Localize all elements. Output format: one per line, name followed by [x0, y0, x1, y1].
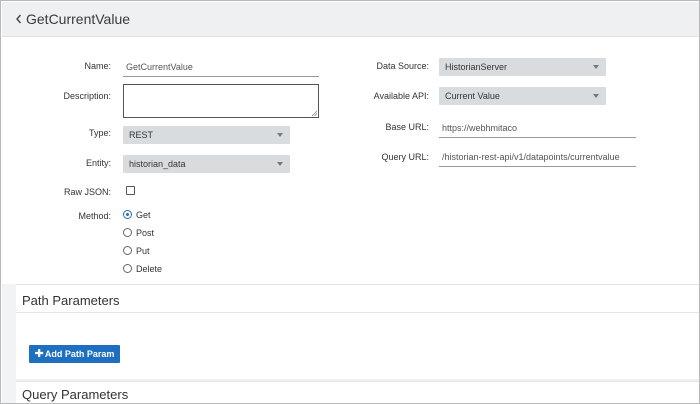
available-api-select-value: Current Value: [445, 91, 500, 101]
description-textarea[interactable]: [123, 84, 319, 118]
chevron-down-icon: [277, 162, 283, 166]
method-radio-get[interactable]: [123, 210, 132, 219]
query-url-input[interactable]: [439, 147, 636, 167]
plus-icon: ✚: [34, 347, 44, 360]
method-option-post: Post: [136, 228, 155, 238]
available-api-label: Available API:: [373, 91, 429, 101]
query-url-label: Query URL:: [381, 152, 429, 162]
raw-json-checkbox[interactable]: [126, 186, 135, 195]
method-radio-delete[interactable]: [123, 264, 132, 273]
chevron-down-icon: [277, 133, 283, 137]
method-option-get: Get: [136, 210, 151, 220]
method-option-delete: Delete: [136, 264, 163, 274]
method-label: Method:: [78, 211, 111, 221]
data-source-select[interactable]: HistorianServer: [439, 58, 606, 76]
entity-label: Entity:: [85, 158, 111, 168]
raw-json-label: Raw JSON:: [63, 187, 111, 197]
path-parameters-section: Path Parameters: [16, 284, 699, 379]
type-select[interactable]: REST: [123, 126, 290, 144]
chevron-down-icon: [593, 94, 599, 98]
method-option-put: Put: [136, 246, 150, 256]
section-divider: [16, 312, 699, 313]
data-source-select-value: HistorianServer: [445, 62, 508, 72]
base-url-label: Base URL:: [385, 122, 429, 132]
data-source-label: Data Source:: [376, 61, 429, 71]
chevron-down-icon: [593, 65, 599, 69]
available-api-select[interactable]: Current Value: [439, 87, 606, 105]
name-input[interactable]: [123, 57, 319, 77]
left-gutter: [2, 284, 16, 403]
name-label: Name:: [84, 61, 111, 71]
entity-select[interactable]: historian_data: [123, 155, 290, 173]
description-label: Description:: [63, 91, 111, 101]
type-label: Type:: [88, 128, 111, 138]
method-radio-put[interactable]: [123, 246, 132, 255]
entity-select-value: historian_data: [129, 159, 186, 169]
header-bar: GetCurrentValue: [2, 2, 699, 37]
add-path-param-label: Add Path Param: [44, 349, 115, 359]
type-select-value: REST: [129, 130, 154, 140]
page-title: GetCurrentValue: [26, 11, 131, 27]
add-path-param-button[interactable]: ✚ Add Path Param: [29, 345, 120, 363]
query-parameters-title: Query Parameters: [22, 387, 129, 402]
resize-grip-icon[interactable]: [311, 110, 317, 116]
base-url-input[interactable]: [439, 118, 636, 138]
window-frame: GetCurrentValue Name: Description: Type:…: [0, 0, 700, 404]
method-radio-post[interactable]: [123, 228, 132, 237]
chevron-left-icon[interactable]: [14, 13, 24, 25]
path-parameters-title: Path Parameters: [22, 293, 120, 308]
query-parameters-section: Query Parameters: [16, 381, 699, 403]
